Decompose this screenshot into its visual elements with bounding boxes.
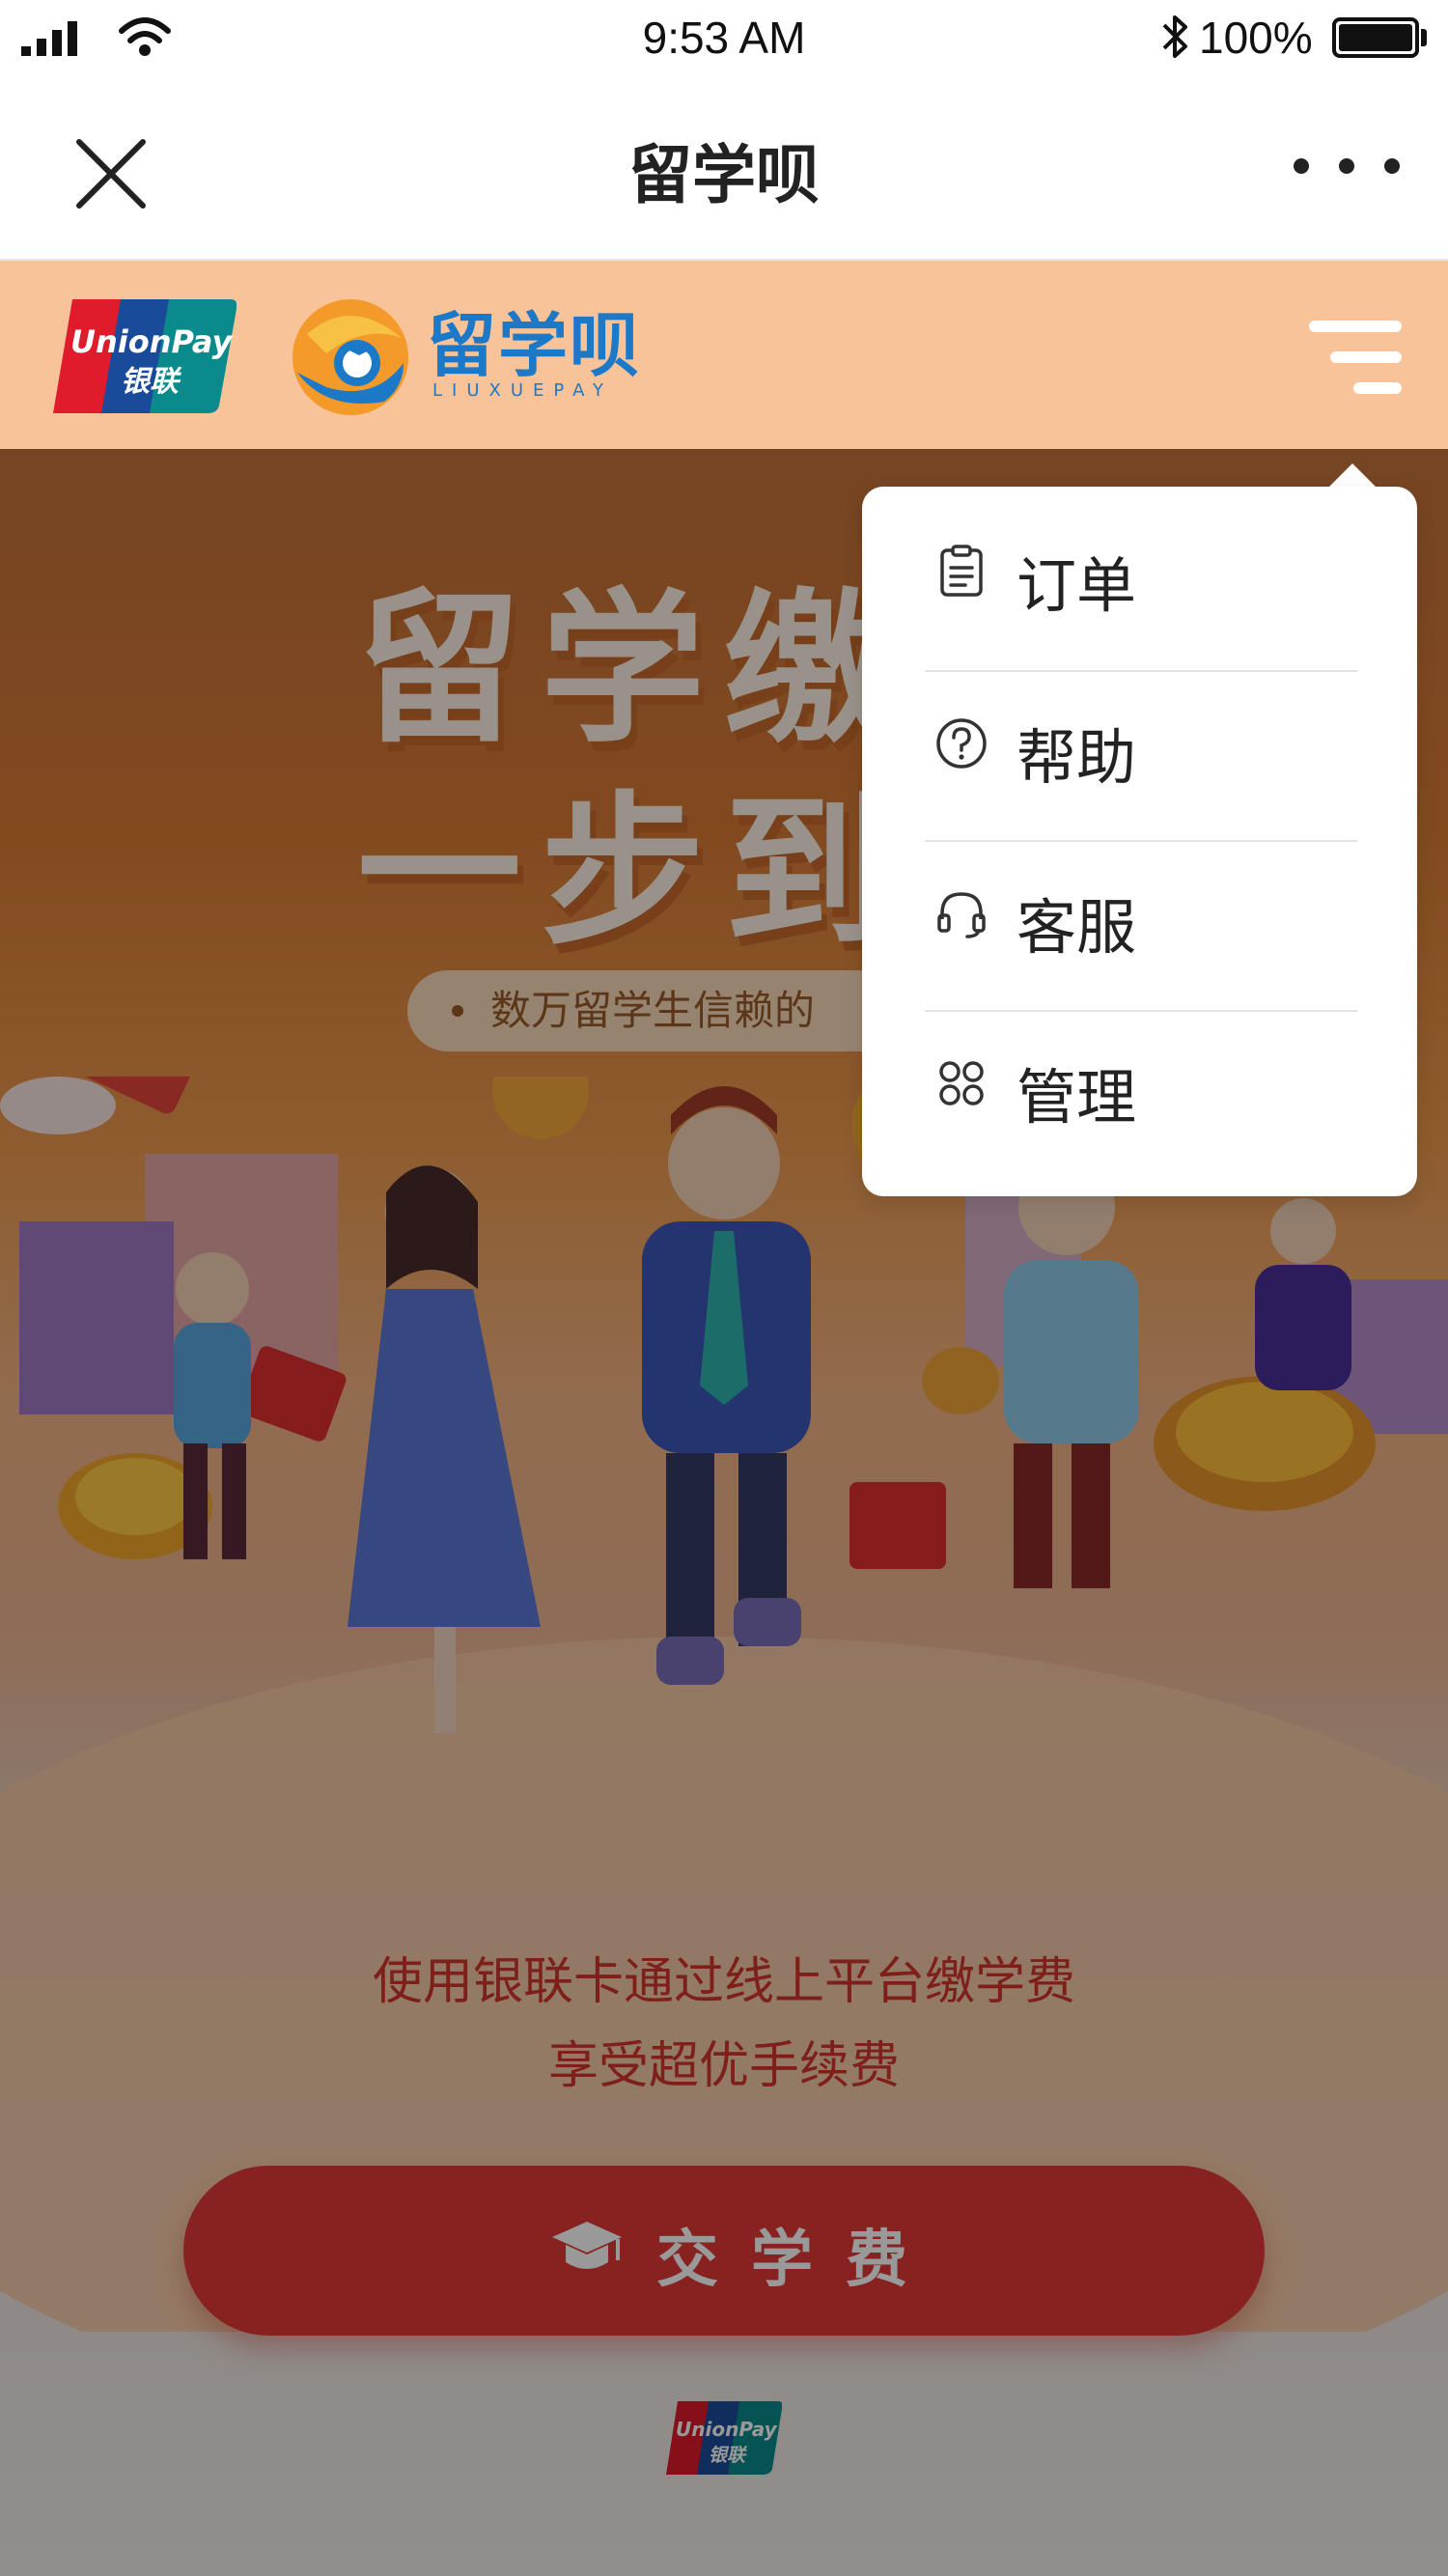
dropdown-menu: 订单 帮助 客服 管理 xyxy=(862,487,1417,1196)
battery-tip xyxy=(1421,29,1427,46)
dropdown-arrow xyxy=(1327,463,1378,489)
menu-item-orders[interactable]: 订单 xyxy=(862,487,1417,657)
liuxuepay-emblem-icon xyxy=(292,299,408,415)
menu-item-help[interactable]: 帮助 xyxy=(862,658,1417,828)
brand-text: 留学呗 xyxy=(427,305,642,386)
menu-item-label: 订单 xyxy=(1016,550,1137,621)
menu-item-label: 客服 xyxy=(1016,892,1137,963)
headset-icon xyxy=(937,892,986,938)
menu-item-customer-service[interactable]: 客服 xyxy=(862,828,1417,998)
svg-text:UnionPay: UnionPay xyxy=(70,323,234,360)
help-icon xyxy=(936,718,987,769)
brand-subtext: LIUXUEPAY xyxy=(432,380,614,401)
menu-item-label: 帮助 xyxy=(1016,722,1137,793)
battery-icon xyxy=(1332,17,1419,58)
nav-title: 留学呗 xyxy=(628,138,820,212)
svg-text:银联: 银联 xyxy=(121,365,182,399)
menu-item-manage[interactable]: 管理 xyxy=(862,998,1417,1168)
bluetooth-icon xyxy=(1158,12,1191,72)
battery-percentage: 100% xyxy=(1199,13,1313,63)
unionpay-logo: UnionPay 银联 xyxy=(53,299,237,413)
more-icon[interactable] xyxy=(1294,158,1400,182)
menu-icon[interactable] xyxy=(1305,321,1402,398)
nav-bar: 留学呗 xyxy=(0,77,1448,261)
page-header: UnionPay 银联 留学呗 LIUXUEPAY xyxy=(0,261,1448,449)
manage-icon xyxy=(939,1061,984,1106)
status-bar: 9:53 AM 100% xyxy=(0,0,1448,77)
menu-item-label: 管理 xyxy=(1016,1062,1137,1133)
clipboard-icon xyxy=(940,545,983,597)
